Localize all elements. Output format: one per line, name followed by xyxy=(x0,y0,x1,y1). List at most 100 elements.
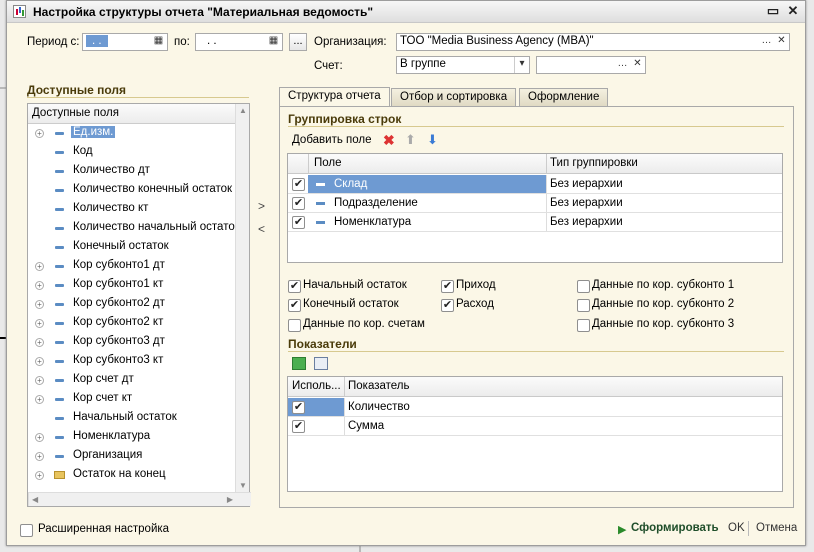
clear-icon[interactable]: ✕ xyxy=(774,34,789,50)
expand-icon[interactable]: + xyxy=(35,376,44,385)
expand-icon[interactable]: + xyxy=(35,300,44,309)
table-row[interactable]: ✔ Склад Без иерархии xyxy=(288,175,782,194)
tree-item[interactable]: + Кор субконто2 кт xyxy=(28,314,233,333)
calendar-icon[interactable]: ▦ xyxy=(151,34,166,50)
table-row[interactable]: ✔ Сумма xyxy=(288,417,782,436)
tree-item[interactable]: Код xyxy=(28,143,233,162)
row-checkbox[interactable]: ✔ xyxy=(292,197,305,210)
indicators-table[interactable]: Исполь... Показатель ✔ Количество ✔ Сумма xyxy=(287,376,783,492)
period-from-label: Период с: xyxy=(27,36,80,48)
expand-icon[interactable]: + xyxy=(35,471,44,480)
clear-icon[interactable]: ✕ xyxy=(630,57,645,73)
checkbox[interactable] xyxy=(577,280,590,293)
row-checkbox[interactable]: ✔ xyxy=(292,420,305,433)
table-row[interactable]: ✔ Подразделение Без иерархии xyxy=(288,194,782,213)
tree-item-label: Ед.изм. xyxy=(71,126,116,138)
move-down-icon[interactable]: ⬇ xyxy=(427,132,438,148)
tree-item[interactable]: Начальный остаток xyxy=(28,409,233,428)
tree-item[interactable]: + Кор счет дт xyxy=(28,371,233,390)
tree-item[interactable]: + Кор субконто2 дт xyxy=(28,295,233,314)
tree-item[interactable]: + Остаток на конец xyxy=(28,466,233,485)
tree-item[interactable]: + Организация xyxy=(28,447,233,466)
close-icon[interactable]: ✕ xyxy=(785,4,801,19)
expand-icon[interactable]: + xyxy=(35,129,44,138)
account-type-select[interactable]: В группе ▾ xyxy=(396,56,530,74)
move-up-icon[interactable]: ⬆ xyxy=(405,132,416,148)
row-checkbox[interactable]: ✔ xyxy=(292,401,305,414)
field-icon xyxy=(55,208,64,211)
advanced-checkbox[interactable] xyxy=(20,524,33,537)
check-all-icon[interactable] xyxy=(292,357,306,370)
select-ellipsis-icon[interactable]: … xyxy=(759,34,774,50)
tree-horizontal-scrollbar[interactable]: ◀ ▶ xyxy=(28,492,251,506)
tab-appearance[interactable]: Оформление xyxy=(519,88,609,106)
tab-filter-sort[interactable]: Отбор и сортировка xyxy=(391,88,517,106)
period-to-field[interactable]: . . ▦ xyxy=(195,33,283,51)
checkbox[interactable] xyxy=(577,299,590,312)
tree-item[interactable]: Количество конечный остаток xyxy=(28,181,233,200)
period-select-button[interactable]: ... xyxy=(289,33,307,51)
checkbox[interactable]: ✔ xyxy=(441,280,454,293)
available-fields-tree[interactable]: Доступные поля + Ед.изм. Код Количество дт К… xyxy=(27,103,251,507)
expand-icon[interactable]: + xyxy=(35,262,44,271)
field-cell[interactable]: Склад xyxy=(308,175,546,193)
tree-item[interactable]: + Кор субконто1 кт xyxy=(28,276,233,295)
row-checkbox[interactable]: ✔ xyxy=(292,216,305,229)
checkbox[interactable] xyxy=(577,319,590,332)
expand-icon[interactable]: + xyxy=(35,281,44,290)
tree-item-label: Кор субконто3 дт xyxy=(73,335,165,347)
select-ellipsis-icon[interactable]: … xyxy=(615,57,630,73)
account-field[interactable]: … ✕ xyxy=(536,56,646,74)
expand-icon[interactable]: + xyxy=(35,319,44,328)
tab-structure[interactable]: Структура отчета xyxy=(279,87,390,107)
checkbox[interactable]: ✔ xyxy=(288,280,301,293)
tree-item[interactable]: + Кор субконто3 кт xyxy=(28,352,233,371)
title-bar: Настройка структуры отчета "Материальная… xyxy=(7,1,805,23)
move-right-button[interactable]: > xyxy=(258,199,265,213)
scroll-right-icon[interactable]: ▶ xyxy=(227,495,233,504)
calendar-icon[interactable]: ▦ xyxy=(266,34,281,50)
expand-icon[interactable]: + xyxy=(35,452,44,461)
tree-item[interactable]: + Кор счет кт xyxy=(28,390,233,409)
tree-item[interactable]: + Ед.изм. xyxy=(28,124,233,143)
tree-item[interactable]: + Кор субконто1 дт xyxy=(28,257,233,276)
checkbox[interactable]: ✔ xyxy=(288,299,301,312)
tree-body: + Ед.изм. Код Количество дт Количество конеч… xyxy=(28,124,235,488)
organization-field[interactable]: ТОО "Media Business Agency (MBA)" … ✕ xyxy=(396,33,790,51)
tree-item[interactable]: Количество кт xyxy=(28,200,233,219)
grouping-table[interactable]: Поле Тип группировки ✔ Склад Без иерархии ✔… xyxy=(287,153,783,263)
checkbox[interactable]: ✔ xyxy=(441,299,454,312)
scroll-down-icon[interactable]: ▼ xyxy=(239,481,247,490)
minimize-button[interactable]: ▭ xyxy=(765,4,781,19)
tree-vertical-scrollbar[interactable]: ▲ ▼ xyxy=(235,104,249,492)
tree-item[interactable]: Конечный остаток xyxy=(28,238,233,257)
row-checkbox[interactable]: ✔ xyxy=(292,178,305,191)
table-row[interactable]: ✔ Номенклатура Без иерархии xyxy=(288,213,782,232)
tree-item[interactable]: + Кор субконто3 дт xyxy=(28,333,233,352)
tree-item[interactable]: Количество дт xyxy=(28,162,233,181)
expand-icon[interactable]: + xyxy=(35,338,44,347)
ok-button[interactable]: OK xyxy=(728,522,745,534)
tree-item[interactable]: + Номенклатура xyxy=(28,428,233,447)
cancel-button[interactable]: Отмена xyxy=(756,522,797,534)
delete-icon[interactable]: ✖ xyxy=(383,132,395,149)
scroll-up-icon[interactable]: ▲ xyxy=(239,106,247,115)
expand-icon[interactable]: + xyxy=(35,357,44,366)
scroll-left-icon[interactable]: ◀ xyxy=(32,495,38,504)
period-from-field[interactable]: . . ▦ xyxy=(82,33,168,51)
uncheck-all-icon[interactable] xyxy=(314,357,328,370)
chevron-down-icon[interactable]: ▾ xyxy=(514,57,529,73)
available-fields-title: Доступные поля xyxy=(27,83,249,98)
generate-button[interactable]: Сформировать xyxy=(631,522,719,534)
expand-icon[interactable]: + xyxy=(35,395,44,404)
table-row[interactable]: ✔ Количество xyxy=(288,398,782,417)
tree-item-label: Кор субконто1 кт xyxy=(73,278,164,290)
checkbox[interactable] xyxy=(288,319,301,332)
tree-item[interactable]: Количество начальный остаток xyxy=(28,219,235,238)
field-icon xyxy=(55,132,64,135)
expand-icon[interactable]: + xyxy=(35,433,44,442)
move-left-button[interactable]: < xyxy=(258,222,265,236)
field-cell[interactable]: Подразделение xyxy=(308,194,546,212)
add-field-button[interactable]: Добавить поле xyxy=(292,134,372,146)
field-cell[interactable]: Номенклатура xyxy=(308,213,546,231)
